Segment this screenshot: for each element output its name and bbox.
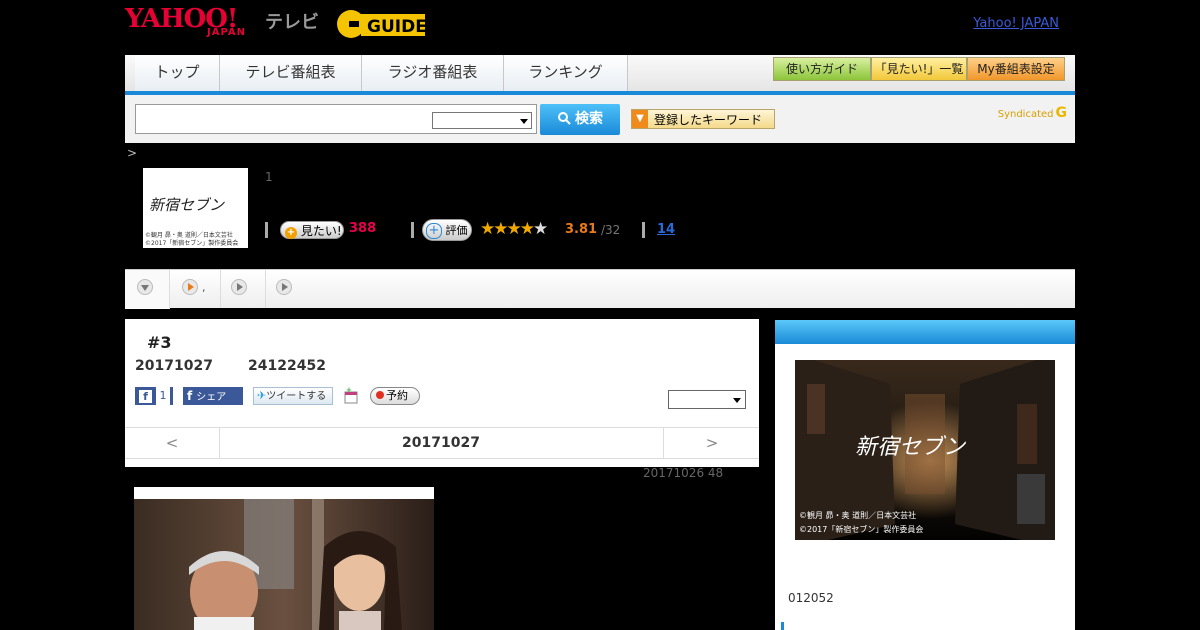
main-nav: トップ テレビ番組表 ラジオ番組表 ランキング 使い方ガイド 「見たい!」一覧 … bbox=[125, 55, 1075, 95]
breadcrumb: > bbox=[127, 146, 138, 160]
episode-time: 24122452 bbox=[248, 358, 326, 374]
star-icon: ★ bbox=[506, 219, 522, 239]
star-icon: ★ bbox=[493, 219, 508, 239]
date-navigation: < 20171027 > bbox=[125, 427, 759, 459]
current-date: 20171027 bbox=[402, 435, 480, 451]
sidebar-info: 012052 bbox=[775, 554, 1075, 630]
star-half-icon: ★ bbox=[519, 219, 535, 239]
mitai-count: 388 bbox=[349, 221, 377, 236]
sidebar-program-image[interactable]: 新宿セブン ©観月 昴・奥 道則／日本文芸社 ©2017「新宿セブン」製作委員会 bbox=[795, 354, 1055, 548]
chevron-down-icon bbox=[520, 119, 528, 124]
search-bar: 検索 ▼ 登録したキーワード Syndicated G bbox=[125, 95, 1075, 143]
rating-stars: ★★★★★ bbox=[480, 219, 548, 239]
yahoo-japan-link[interactable]: Yahoo! JAPAN bbox=[973, 16, 1059, 31]
logo-tv-text[interactable]: テレビ bbox=[265, 8, 319, 34]
scene-photo-image bbox=[134, 499, 434, 630]
sidebar-section-marker bbox=[781, 622, 784, 630]
expand-icon bbox=[137, 279, 153, 295]
alley-poster-image: 新宿セブン ©観月 昴・奥 道則／日本文芸社 ©2017「新宿セブン」製作委員会 bbox=[795, 354, 1055, 548]
chevron-down-icon bbox=[733, 398, 741, 403]
thumb-credit-2: ©2017「新宿セブン」製作委員会 bbox=[145, 240, 239, 247]
star-empty-icon: ★ bbox=[533, 219, 548, 239]
facebook-like-button[interactable]: f1 bbox=[135, 387, 173, 405]
updated-timestamp: 20171026 48 bbox=[643, 466, 724, 480]
rate-button[interactable]: + 評価 bbox=[422, 219, 472, 241]
tab-ranking[interactable]: ランキング bbox=[504, 55, 628, 91]
divider bbox=[642, 222, 645, 238]
thumb-title: 新宿セブン bbox=[149, 196, 225, 214]
tab-tv-schedule[interactable]: テレビ番組表 bbox=[220, 55, 362, 91]
facebook-icon: f bbox=[139, 389, 152, 403]
syndicated-gguide: Syndicated G bbox=[998, 105, 1067, 121]
play-icon bbox=[231, 279, 247, 295]
subnav-tab-1[interactable] bbox=[125, 270, 170, 309]
search-button-label: 検索 bbox=[575, 111, 603, 127]
episode-title: #3 bbox=[147, 333, 172, 352]
record-dot-icon bbox=[376, 391, 384, 399]
plus-icon: + bbox=[285, 227, 297, 239]
facebook-like-count: 1 bbox=[156, 387, 170, 405]
plus-icon: + bbox=[426, 223, 442, 239]
play-icon bbox=[276, 279, 292, 295]
play-icon bbox=[182, 279, 198, 295]
search-icon bbox=[558, 112, 571, 125]
mitai-label: 見たい! bbox=[300, 224, 342, 238]
search-button[interactable]: 検索 bbox=[540, 104, 620, 135]
reserve-label: 予約 bbox=[386, 389, 408, 402]
sidebar-credit-1: ©観月 昴・奥 道則／日本文芸社 bbox=[799, 510, 916, 520]
svg-text:GUIDE: GUIDE bbox=[367, 17, 427, 37]
guide-button[interactable]: 使い方ガイド bbox=[773, 57, 871, 81]
star-icon: ★ bbox=[480, 219, 495, 239]
svg-text:+: + bbox=[346, 387, 352, 394]
facebook-share-button[interactable]: f シェア bbox=[183, 387, 243, 405]
dropdown-icon: ▼ bbox=[632, 110, 648, 128]
sidebar-image-title: 新宿セブン bbox=[855, 435, 967, 460]
tab-top[interactable]: トップ bbox=[135, 55, 220, 91]
tweet-label: ツイートする bbox=[266, 391, 327, 402]
episode-panel: #3 20171027 24122452 f1 f シェア ✈ツイートする + 予… bbox=[125, 319, 759, 467]
calendar-add-icon[interactable]: + bbox=[343, 387, 359, 405]
gguide-logo[interactable]: GUIDE bbox=[335, 6, 431, 42]
divider bbox=[411, 222, 414, 238]
reserve-button[interactable]: 予約 bbox=[370, 387, 420, 405]
facebook-share-label: シェア bbox=[196, 392, 227, 403]
sidebar-image-box: 新宿セブン ©観月 昴・奥 道則／日本文芸社 ©2017「新宿セブン」製作委員会 bbox=[775, 344, 1075, 554]
sidebar-info-text: 012052 bbox=[788, 591, 834, 605]
subnav-tab-4[interactable] bbox=[266, 270, 310, 308]
mitai-list-button[interactable]: 「見たい!」一覧 bbox=[871, 57, 967, 81]
subnav-tab-3[interactable] bbox=[221, 270, 266, 308]
registered-keyword-button[interactable]: ▼ 登録したキーワード bbox=[631, 109, 775, 129]
next-date-button[interactable]: > bbox=[663, 428, 760, 458]
sidebar-header bbox=[775, 320, 1075, 344]
twitter-bird-icon: ✈ bbox=[257, 389, 267, 402]
prev-date-button[interactable]: < bbox=[125, 428, 220, 458]
comments-link[interactable]: 14 bbox=[657, 222, 675, 237]
program-thumbnail[interactable]: 新宿セブン ©観月 昴・奥 道則／日本文芸社 ©2017「新宿セブン」製作委員会 bbox=[143, 168, 248, 248]
keyword-button-label: 登録したキーワード bbox=[654, 113, 763, 127]
subnav-separator: , bbox=[202, 281, 206, 294]
divider bbox=[265, 222, 268, 238]
search-category-select[interactable] bbox=[432, 112, 532, 129]
scene-photo bbox=[134, 487, 434, 630]
syndicated-label: Syndicated bbox=[997, 109, 1054, 120]
gguide-small-logo: G bbox=[1055, 105, 1068, 121]
episode-date: 20171027 bbox=[135, 358, 213, 374]
program-number: 1 bbox=[265, 170, 273, 184]
tab-radio-schedule[interactable]: ラジオ番組表 bbox=[362, 55, 504, 91]
facebook-icon: f bbox=[187, 389, 193, 403]
mitai-button[interactable]: + 見たい! bbox=[280, 221, 344, 239]
logo-japan-text: JAPAN bbox=[207, 27, 246, 38]
episode-select[interactable] bbox=[668, 390, 746, 409]
sidebar-credit-2: ©2017「新宿セブン」製作委員会 bbox=[799, 524, 923, 534]
subnav-tab-2[interactable]: , bbox=[170, 270, 221, 308]
rating-count: /32 bbox=[601, 223, 621, 237]
program-subnav: , bbox=[125, 269, 1075, 309]
rating-value: 3.81 bbox=[565, 222, 598, 237]
rate-label: 評価 bbox=[445, 224, 468, 237]
my-schedule-button[interactable]: My番組表設定 bbox=[967, 57, 1065, 81]
tweet-button[interactable]: ✈ツイートする bbox=[253, 387, 333, 405]
